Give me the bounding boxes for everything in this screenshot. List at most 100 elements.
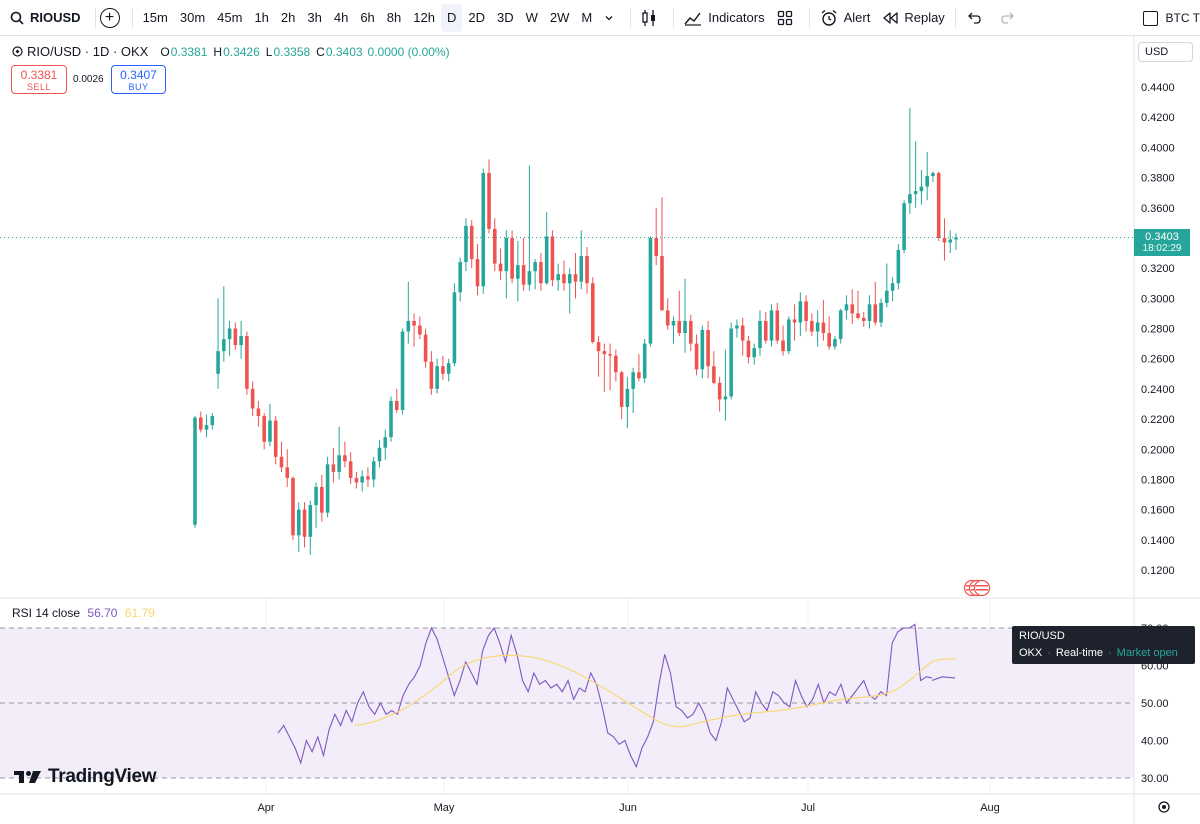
indicators-icon (684, 12, 702, 26)
interval-dropdown-icon[interactable] (598, 4, 626, 32)
interval-8h[interactable]: 8h (381, 4, 407, 32)
indicators-label: Indicators (708, 10, 765, 25)
candle-body (885, 290, 889, 303)
separator (131, 7, 133, 28)
replay-button[interactable]: Replay (876, 4, 950, 32)
candle-body (833, 339, 837, 347)
candle-body (827, 333, 831, 347)
candle-body (896, 250, 901, 284)
candle-body (268, 420, 272, 442)
candle-body (256, 408, 261, 417)
candle-body (308, 505, 313, 537)
layouts-button[interactable] (771, 4, 805, 32)
interval-4h[interactable]: 4h (328, 4, 354, 32)
candle-body (752, 348, 757, 358)
interval-30m[interactable]: 30m (174, 4, 211, 32)
price-tick-label: 0.3200 (1141, 263, 1175, 275)
rsi-value: 56.70 (87, 606, 118, 620)
candle-body (475, 259, 480, 287)
interval-12h[interactable]: 12h (407, 4, 441, 32)
interval-6h[interactable]: 6h (354, 4, 380, 32)
flag-circle (973, 579, 991, 597)
tradingview-logo[interactable]: TradingView (14, 766, 157, 788)
candle-body (740, 325, 745, 341)
sell-price: 0.3381 (20, 68, 58, 82)
rsi-legend: RSI 14 close 56.70 61.79 (12, 606, 155, 620)
interval-d[interactable]: D (440, 3, 463, 32)
indicators-button[interactable]: Indicators (678, 4, 770, 32)
candle-body (746, 340, 751, 358)
interval-m[interactable]: M (575, 4, 598, 32)
interval-w[interactable]: W (520, 4, 544, 32)
candle-body (394, 400, 399, 411)
candle-body (325, 464, 330, 513)
candle-body (533, 262, 537, 272)
buy-button[interactable]: 0.3407 BUY (111, 65, 166, 94)
price-tick-label: 0.1800 (1141, 474, 1175, 486)
candle-body (435, 366, 439, 389)
chart-canvas[interactable]: 0.1200 0.1400 0.1600 0.1800 0.2000 0.2200 0.24… (0, 36, 1200, 824)
candle-body (758, 320, 762, 349)
price-tick-label: 0.3800 (1141, 173, 1175, 185)
candle-body (383, 437, 388, 448)
candle-body (591, 283, 595, 343)
candle-body (712, 366, 716, 383)
price-tick-label: 0.4400 (1141, 82, 1175, 94)
symbol-search[interactable]: RIOUSD (0, 0, 91, 36)
candle-body (550, 236, 555, 281)
sell-button[interactable]: 0.3381 SELL (11, 65, 67, 94)
time-tick-label: May (434, 802, 455, 814)
candle-body (902, 203, 906, 251)
interval-2d[interactable]: 2D (462, 4, 491, 32)
candle-body (562, 274, 566, 284)
candle-body (412, 320, 416, 326)
candles-icon (642, 9, 656, 26)
legend-title: RIO/USD · 1D · OKX (27, 44, 149, 59)
undo-icon (967, 12, 981, 24)
tooltip-row: OKX · Real-time · Market open (1019, 647, 1178, 659)
candle-body (821, 322, 826, 334)
candle-body (198, 417, 203, 430)
interval-2w[interactable]: 2W (544, 4, 576, 32)
compare-checkbox[interactable] (1142, 10, 1158, 26)
candle-body (510, 237, 514, 279)
candle-body (193, 417, 197, 525)
candle-body (337, 455, 341, 472)
candle-body (890, 283, 895, 291)
undo-button[interactable] (960, 4, 994, 32)
currency-button[interactable]: USD (1138, 42, 1193, 62)
interval-2h[interactable]: 2h (275, 4, 301, 32)
chart-type-button[interactable] (635, 4, 669, 32)
candle-body (446, 363, 451, 374)
separator (630, 7, 632, 28)
redo-button[interactable] (994, 4, 1028, 32)
open-value: 0.3381 (170, 44, 208, 59)
candle-body (908, 194, 912, 204)
candle-body (539, 262, 543, 284)
close-value: 0.3403 (325, 44, 363, 59)
candle-body (631, 372, 635, 389)
candle-body (879, 302, 883, 323)
tooltip-exchange: OKX (1019, 647, 1043, 659)
candle-body (343, 455, 347, 462)
candle-body (792, 319, 797, 323)
candle-body (493, 228, 497, 264)
add-symbol-icon[interactable]: + (99, 7, 120, 28)
okx-logo-icon (12, 46, 23, 57)
interval-15m[interactable]: 15m (137, 4, 174, 32)
candle-body (838, 310, 843, 340)
candle-body (781, 340, 785, 352)
price-tick-label: 0.1600 (1141, 505, 1175, 517)
interval-3d[interactable]: 3D (491, 4, 520, 32)
candle-body (567, 274, 572, 284)
alert-button[interactable]: Alert (814, 4, 877, 32)
brand-name: TradingView (48, 766, 157, 787)
interval-45m[interactable]: 45m (211, 4, 248, 32)
candle-body (216, 351, 220, 374)
alarm-clock-icon (821, 9, 837, 26)
low-key: L (265, 44, 273, 59)
interval-3h[interactable]: 3h (301, 4, 327, 32)
candle-body (481, 173, 486, 287)
interval-1h[interactable]: 1h (248, 4, 274, 32)
candle-body (665, 310, 670, 326)
